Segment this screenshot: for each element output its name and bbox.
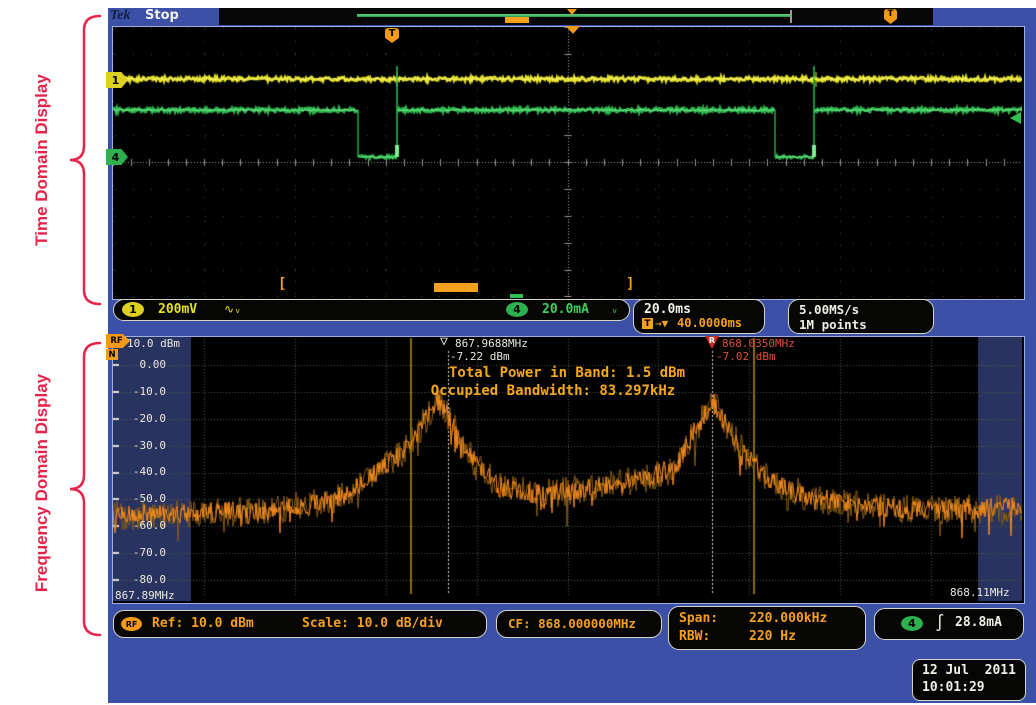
expansion-bracket (790, 10, 792, 23)
horizontal-scale: 20.0ms (644, 302, 691, 317)
frequency-domain-annotation: Frequency Domain Display (32, 374, 52, 592)
tek-logo: Tek (110, 8, 130, 24)
rf-axis-tick: -80.0 (122, 573, 166, 586)
marker-a-amplitude: -7.22 dBm (450, 350, 510, 363)
time-domain-graticule (112, 26, 1025, 300)
page: Time Domain Display Frequency Domain Dis… (0, 0, 1036, 705)
center-frequency-pill[interactable]: CF: 868.000000MHz (496, 610, 662, 638)
delay-arrow-icons: →▼ (655, 317, 668, 330)
rf-axis-tick: -50.0 (122, 492, 166, 505)
spectrum-time-bracket-right: ] (626, 276, 634, 292)
rf-axis-tick: 0.00 (122, 358, 166, 371)
trigger-slope-icon: ∫ (935, 613, 945, 632)
trigger-source-badge[interactable]: 4 (901, 616, 923, 631)
marker-r-amplitude: -7.02 dBm (716, 350, 776, 363)
time-domain-brace (64, 14, 108, 306)
marker-a-icon[interactable]: ▽ (440, 334, 448, 349)
span-label: Span: (679, 611, 718, 626)
span-value: 220.000kHz (749, 611, 827, 626)
trigger-t-icon: T (642, 318, 653, 329)
rf-ref-level-label: 10.0 dBm (127, 337, 180, 350)
rf-axis-tick: -70.0 (122, 546, 166, 559)
rf-axis-tick: -40.0 (122, 465, 166, 478)
rf-axis-tick: -20.0 (122, 412, 166, 425)
marker-r-frequency: 868.0350MHz (722, 337, 795, 350)
occupied-bandwidth-measurement: Occupied Bandwidth: 83.297kHz (431, 383, 675, 399)
trigger-level-arrow[interactable] (1010, 112, 1021, 124)
rf-scale-readout: Scale: 10.0 dB/div (302, 616, 443, 631)
time-display: 10:01:29 (922, 680, 985, 695)
rf-axis-tick: -30.0 (122, 439, 166, 452)
trigger-readout-pill[interactable]: 4 ∫ 28.8mA (874, 608, 1024, 640)
trigger-level-value: 28.8mA (955, 615, 1002, 630)
channel-readout-pill[interactable]: 1 200mV ∿ᵥ 4 20.0mA ᵥ (113, 299, 630, 321)
rbw-value: 220 Hz (749, 629, 796, 644)
channel4-readout-badge[interactable]: 4 (506, 302, 528, 317)
span-rbw-pill[interactable]: Span: 220.000kHz RBW: 220 Hz (668, 606, 866, 650)
channel1-scale: 200mV (158, 302, 197, 317)
spectrum-time-indicator-bar[interactable] (434, 283, 478, 292)
total-power-measurement: Total Power in Band: 1.5 dBm (449, 365, 685, 381)
rf-axis-tick: -60.0 (122, 519, 166, 532)
trigger-position-mini-marker[interactable] (567, 9, 577, 15)
channel1-coupling-icons: ∿ᵥ (224, 302, 241, 316)
horizontal-readout-pill[interactable]: 20.0ms T →▼ 40.0000ms (633, 299, 765, 334)
channel4-scale: 20.0mA (542, 302, 589, 317)
spectrum-start-frequency: 867.89MHz (115, 589, 175, 602)
rf-time-marker (510, 294, 523, 298)
center-frequency-readout: CF: 868.000000MHz (508, 616, 636, 631)
acquisition-status: Stop (145, 8, 179, 23)
trigger-delay-value: 40.0000ms (677, 316, 742, 330)
time-domain-traces-canvas (113, 27, 1022, 297)
rf-readout-pill[interactable]: RF Ref: 10.0 dBm Scale: 10.0 dB/div (113, 610, 487, 638)
record-length: 1M points (799, 317, 867, 332)
channel1-readout-badge[interactable]: 1 (122, 302, 144, 317)
channel4-coupling-icons: ᵥ (611, 302, 618, 316)
sample-rate: 5.00MS/s (799, 302, 859, 317)
acquisition-readout-pill[interactable]: 5.00MS/s 1M points (788, 299, 934, 334)
rf-readout-badge[interactable]: RF (121, 617, 142, 631)
rf-normal-trace-badge[interactable]: N (106, 349, 118, 360)
rf-axis-tick: -10.0 (122, 385, 166, 398)
rf-ref-readout: Ref: 10.0 dBm (152, 616, 254, 631)
spectrum-stop-frequency: 868.11MHz (950, 586, 1010, 599)
spectrum-time-bracket-left: [ (278, 276, 286, 292)
marker-a-frequency: 867.9688MHz (455, 337, 528, 350)
time-domain-annotation: Time Domain Display (32, 74, 52, 246)
zoom-window-indicator[interactable] (505, 17, 529, 23)
frequency-domain-brace (64, 341, 108, 637)
datetime-box: 12 Jul 2011 10:01:29 (912, 659, 1026, 701)
rbw-label: RBW: (679, 629, 710, 644)
date-display: 12 Jul 2011 (922, 663, 1016, 678)
trigger-position-marker[interactable] (566, 26, 580, 34)
